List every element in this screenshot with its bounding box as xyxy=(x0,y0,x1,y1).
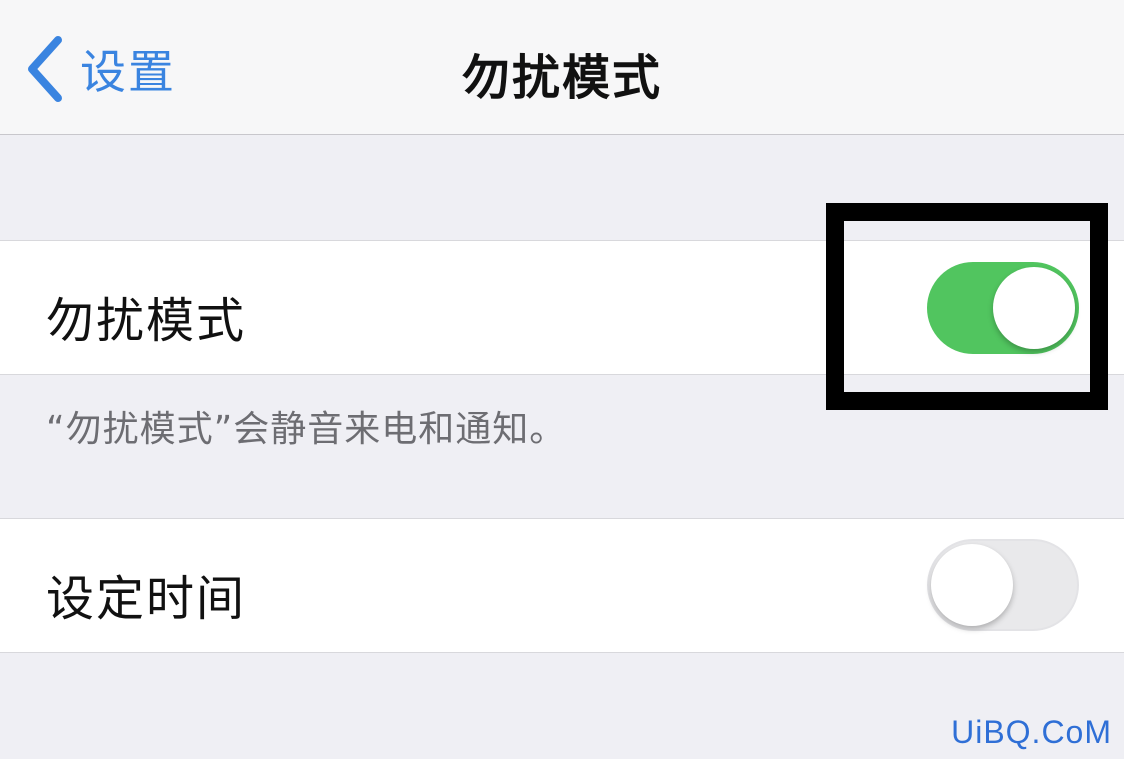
schedule-cell-label: 设定时间 xyxy=(46,571,247,627)
dnd-footer-note: “勿扰模式”会静音来电和通知。 xyxy=(46,409,567,450)
dnd-cell: 勿扰模式 xyxy=(0,240,1124,375)
page-title: 勿扰模式 xyxy=(461,50,662,106)
schedule-cell: 设定时间 xyxy=(0,518,1124,653)
dnd-toggle-knob xyxy=(993,267,1075,349)
navigation-bar: 设置 勿扰模式 xyxy=(0,0,1124,135)
dnd-cell-label: 勿扰模式 xyxy=(46,293,247,349)
schedule-toggle[interactable] xyxy=(927,539,1079,631)
schedule-toggle-knob xyxy=(931,544,1013,626)
watermark: UiBQ.CoM xyxy=(951,714,1112,750)
dnd-toggle[interactable] xyxy=(927,262,1079,354)
